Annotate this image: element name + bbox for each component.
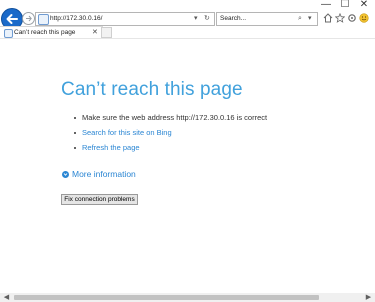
bullet-icon xyxy=(74,132,76,134)
more-information-link[interactable]: More information xyxy=(72,169,136,180)
arrow-right-icon xyxy=(26,15,32,22)
search-box[interactable]: Search... ⌕ ▾ xyxy=(216,12,318,26)
home-icon[interactable] xyxy=(323,13,333,23)
smiley-icon[interactable] xyxy=(359,13,369,23)
address-bar[interactable]: http://172.30.0.16/ ▾ ↻ xyxy=(35,12,215,26)
scroll-left-icon[interactable]: ◀ xyxy=(2,293,11,302)
link-text[interactable]: Search for this site on Bing xyxy=(82,128,172,138)
fix-connection-button[interactable]: Fix connection problems xyxy=(61,194,138,205)
bullet-icon xyxy=(74,117,76,119)
page-title: Can’t reach this page xyxy=(61,79,243,100)
maximize-button[interactable]: ☐ xyxy=(335,0,355,10)
horizontal-scrollbar[interactable]: ◀ ▶ xyxy=(0,293,375,302)
address-dropdown-icon[interactable]: ▾ xyxy=(194,13,198,25)
close-window-button[interactable]: ✕ xyxy=(354,0,374,10)
star-icon[interactable] xyxy=(334,12,346,23)
list-item-text: Make sure the web address http://172.30.… xyxy=(82,113,268,122)
arrow-left-icon xyxy=(6,14,18,24)
expand-icon[interactable] xyxy=(62,171,69,178)
minimize-button[interactable]: — xyxy=(316,0,336,10)
search-dropdown-icon[interactable]: ▾ xyxy=(308,13,312,25)
search-icon[interactable]: ⌕ xyxy=(298,13,302,25)
page-icon xyxy=(38,14,49,25)
tab-page-icon xyxy=(4,29,13,38)
bullet-icon xyxy=(74,147,76,149)
gear-icon[interactable] xyxy=(347,13,357,23)
address-url[interactable]: http://172.30.0.16/ xyxy=(50,13,102,25)
new-tab-button[interactable] xyxy=(101,27,112,38)
search-input[interactable]: Search... xyxy=(220,13,246,25)
toolbar-divider xyxy=(0,38,375,39)
scrollbar-thumb[interactable] xyxy=(14,295,319,300)
scroll-right-icon[interactable]: ▶ xyxy=(364,293,373,302)
refresh-icon[interactable]: ↻ xyxy=(204,13,210,25)
link-text[interactable]: Refresh the page xyxy=(82,143,140,153)
forward-button[interactable] xyxy=(22,12,35,25)
